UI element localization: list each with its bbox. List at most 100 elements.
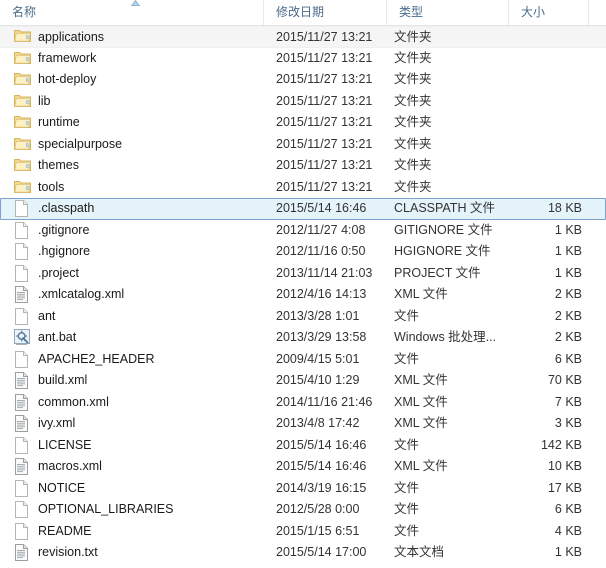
cell-size bbox=[500, 48, 582, 70]
column-header-size[interactable]: 大小 bbox=[508, 0, 588, 25]
column-header-date-modified[interactable]: 修改日期 bbox=[263, 0, 386, 25]
file-list-view: 名称 修改日期 类型 大小 applications 2015/11/27 13:… bbox=[0, 0, 606, 568]
table-row[interactable]: runtime 2015/11/27 13:21 文件夹 bbox=[0, 112, 606, 134]
cell-type: 文本文档 bbox=[394, 545, 445, 559]
folder-icon bbox=[14, 71, 31, 88]
text-document-icon bbox=[14, 458, 31, 476]
column-header-type[interactable]: 类型 bbox=[386, 0, 508, 25]
table-row[interactable]: specialpurpose 2015/11/27 13:21 文件夹 bbox=[0, 134, 606, 156]
table-row[interactable]: LICENSE 2015/5/14 16:46 文件 142 KB bbox=[0, 435, 606, 457]
table-row[interactable]: .project 2013/11/14 21:03 PROJECT 文件 1 KB bbox=[0, 263, 606, 285]
cell-date-modified: 2012/4/16 14:13 bbox=[276, 287, 367, 301]
table-row[interactable]: NOTICE 2014/3/19 16:15 文件 17 KB bbox=[0, 478, 606, 500]
file-name-label: .project bbox=[38, 265, 79, 280]
table-row[interactable]: build.xml 2015/4/10 1:29 XML 文件 70 KB bbox=[0, 370, 606, 392]
table-row[interactable]: .hgignore 2012/11/16 0:50 HGIGNORE 文件 1 KB bbox=[0, 241, 606, 263]
cell-size: 6 KB bbox=[554, 502, 582, 516]
table-row[interactable]: ivy.xml 2013/4/8 17:42 XML 文件 3 KB bbox=[0, 413, 606, 435]
table-row[interactable]: tools 2015/11/27 13:21 文件夹 bbox=[0, 177, 606, 199]
table-row[interactable]: hot-deploy 2015/11/27 13:21 文件夹 bbox=[0, 69, 606, 91]
cell-size: 7 KB bbox=[554, 394, 582, 409]
cell-date-modified: 2015/5/14 16:46 bbox=[276, 201, 367, 215]
cell-name: applications bbox=[14, 27, 264, 47]
cell-date-modified: 2015/4/10 1:29 bbox=[276, 373, 360, 387]
table-row[interactable]: .gitignore 2012/11/27 4:08 GITIGNORE 文件 1 K… bbox=[0, 220, 606, 242]
cell-name: LICENSE bbox=[14, 435, 264, 457]
table-row[interactable]: macros.xml 2015/5/14 16:46 XML 文件 10 KB bbox=[0, 456, 606, 478]
file-name-label: specialpurpose bbox=[38, 136, 123, 151]
blank-document-icon bbox=[14, 264, 31, 282]
column-header-name-label: 名称 bbox=[12, 5, 37, 19]
cell-name: framework bbox=[14, 48, 264, 70]
table-row[interactable]: ant.bat 2013/3/29 13:58 Windows 批处理... 2 KB bbox=[0, 327, 606, 349]
cell-size: 1 KB bbox=[554, 222, 582, 237]
cell-name: common.xml bbox=[14, 392, 264, 414]
file-name-label: framework bbox=[38, 50, 97, 65]
table-row[interactable]: applications 2015/11/27 13:21 文件夹 bbox=[0, 26, 606, 48]
file-name-label: .hgignore bbox=[38, 244, 91, 259]
file-name-label: .gitignore bbox=[38, 222, 90, 237]
cell-name: ant.bat bbox=[14, 327, 264, 349]
cell-date-modified: 2015/5/14 17:00 bbox=[276, 545, 367, 559]
file-name-label: revision.txt bbox=[38, 545, 98, 560]
blank-document-icon bbox=[14, 501, 31, 519]
table-row[interactable]: OPTIONAL_LIBRARIES 2012/5/28 0:00 文件 6 KB bbox=[0, 499, 606, 521]
cell-size: 2 KB bbox=[554, 308, 582, 323]
table-row[interactable]: README 2015/1/15 6:51 文件 4 KB bbox=[0, 521, 606, 543]
cell-date-modified: 2012/11/16 0:50 bbox=[276, 244, 366, 258]
table-row[interactable]: revision.txt 2015/5/14 17:00 文本文档 1 KB bbox=[0, 542, 606, 564]
blank-document-icon bbox=[14, 479, 31, 497]
file-name-label: ant.bat bbox=[38, 330, 77, 345]
column-header-bar: 名称 修改日期 类型 大小 bbox=[0, 0, 606, 26]
blank-document-icon bbox=[14, 522, 31, 540]
cell-size: 6 KB bbox=[554, 351, 582, 366]
file-name-label: README bbox=[38, 523, 92, 538]
table-row[interactable]: lib 2015/11/27 13:21 文件夹 bbox=[0, 91, 606, 113]
cell-date-modified: 2012/5/28 0:00 bbox=[276, 502, 360, 516]
cell-size: 1 KB bbox=[554, 244, 582, 258]
cell-date-modified: 2015/11/27 13:21 bbox=[276, 158, 373, 172]
cell-name: themes bbox=[14, 155, 264, 177]
cell-name: APACHE2_HEADER bbox=[14, 349, 264, 371]
text-document-icon bbox=[14, 544, 31, 562]
table-row[interactable]: themes 2015/11/27 13:21 文件夹 bbox=[0, 155, 606, 177]
cell-size: 18 KB bbox=[547, 201, 582, 215]
cell-name: specialpurpose bbox=[14, 134, 264, 156]
table-row[interactable]: ant 2013/3/28 1:01 文件 2 KB bbox=[0, 306, 606, 328]
cell-size: 17 KB bbox=[547, 480, 582, 495]
cell-date-modified: 2015/11/27 13:21 bbox=[276, 93, 373, 108]
file-name-label: .xmlcatalog.xml bbox=[38, 287, 125, 302]
cell-date-modified: 2015/5/14 16:46 bbox=[276, 459, 367, 473]
cell-type: 文件夹 bbox=[394, 136, 432, 151]
cell-type: 文件夹 bbox=[394, 158, 432, 172]
cell-type: 文件 bbox=[394, 437, 420, 452]
folder-icon bbox=[14, 179, 31, 196]
column-header-date-modified-label: 修改日期 bbox=[276, 5, 325, 19]
file-name-label: APACHE2_HEADER bbox=[38, 351, 155, 366]
cell-name: .xmlcatalog.xml bbox=[14, 284, 264, 306]
cell-type: 文件夹 bbox=[394, 179, 432, 194]
column-header-name[interactable]: 名称 bbox=[0, 0, 263, 25]
blank-document-icon bbox=[14, 436, 31, 454]
cell-name: OPTIONAL_LIBRARIES bbox=[14, 499, 264, 521]
cell-size bbox=[500, 155, 582, 177]
table-row[interactable]: .xmlcatalog.xml 2012/4/16 14:13 XML 文件 2 KB bbox=[0, 284, 606, 306]
table-row[interactable]: common.xml 2014/11/16 21:46 XML 文件 7 KB bbox=[0, 392, 606, 414]
folder-icon bbox=[14, 114, 31, 131]
cell-name: revision.txt bbox=[14, 542, 264, 564]
cell-size: 70 KB bbox=[547, 373, 582, 387]
cell-type: 文件 bbox=[394, 523, 420, 538]
cell-date-modified: 2013/3/28 1:01 bbox=[276, 308, 360, 323]
table-row[interactable]: .classpath 2015/5/14 16:46 CLASSPATH 文件 18 … bbox=[0, 198, 606, 220]
file-list-rows: applications 2015/11/27 13:21 文件夹 framewor… bbox=[0, 26, 606, 564]
cell-date-modified: 2015/11/27 13:21 bbox=[276, 115, 373, 129]
cell-type: GITIGNORE 文件 bbox=[394, 222, 493, 237]
text-document-icon bbox=[14, 393, 31, 411]
cell-size bbox=[500, 177, 582, 199]
folder-icon bbox=[14, 50, 31, 67]
column-header-filler[interactable] bbox=[588, 0, 606, 25]
cell-date-modified: 2015/11/27 13:21 bbox=[276, 179, 373, 194]
cell-name: NOTICE bbox=[14, 478, 264, 500]
table-row[interactable]: framework 2015/11/27 13:21 文件夹 bbox=[0, 48, 606, 70]
table-row[interactable]: APACHE2_HEADER 2009/4/15 5:01 文件 6 KB bbox=[0, 349, 606, 371]
